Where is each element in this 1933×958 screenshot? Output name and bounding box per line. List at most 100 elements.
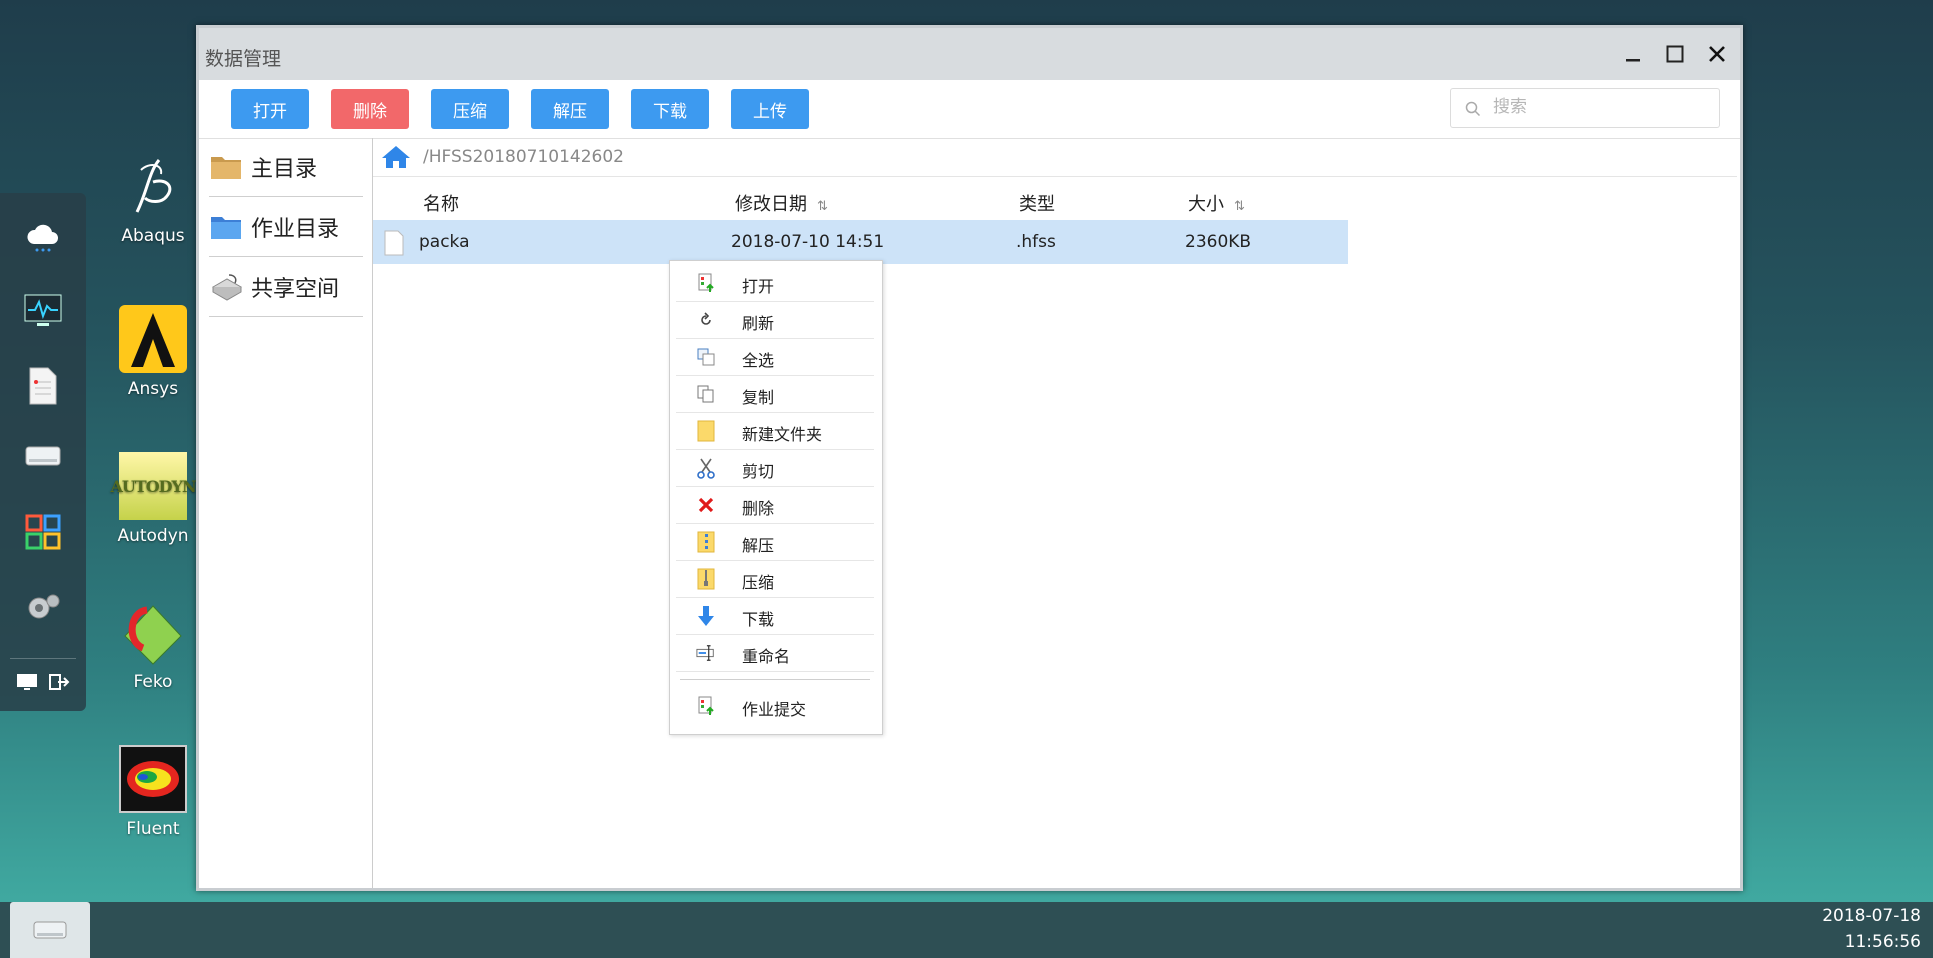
menu-item-label: 重命名 [742,647,791,666]
search-input[interactable] [1491,96,1705,118]
desktop-icon-label: Abaqus [121,226,185,246]
window-titlebar[interactable]: 数据管理 [199,28,1740,80]
feko-logo-icon [119,598,187,666]
drive-icon [33,921,67,939]
column-header-label: 名称 [423,194,459,215]
extract-icon [696,531,716,553]
ansys-logo-icon [119,305,187,373]
close-icon [1709,46,1725,62]
logout-icon[interactable] [44,665,74,699]
menu-item-delete[interactable]: 删除 [676,487,874,524]
sidebar-item-label: 作业目录 [251,217,340,242]
desktop-icon-feko[interactable]: Feko [115,598,191,692]
desktop-icon-fluent[interactable]: Fluent [115,745,191,839]
menu-item-download[interactable]: 下载 [676,598,874,635]
menu-item-label: 压缩 [742,573,775,592]
abaqus-logo-icon [119,152,187,220]
compress-icon [696,568,716,590]
menu-item-label: 新建文件夹 [742,425,823,444]
context-menu: 打开 刷新 全选 复制 新建文件夹 剪切 删除 解压 压缩 下载 重命名 作业提… [669,260,883,735]
menu-item-label: 下载 [742,610,775,629]
cut-icon [696,458,716,479]
menu-item-new-folder[interactable]: 新建文件夹 [676,413,874,450]
open-icon [696,273,716,293]
sidebar-item-shared[interactable]: 共享空间 [209,258,363,317]
column-header-type[interactable]: 类型 [1019,190,1055,216]
delete-button[interactable]: 删除 [331,89,409,129]
taskbar-date: 2018-07-18 [1822,906,1921,926]
drive-icon[interactable] [18,431,68,481]
sidebar-item-home[interactable]: 主目录 [209,138,363,197]
maximize-icon [1666,45,1684,63]
close-button[interactable] [1700,38,1734,70]
toolbar: 打开 删除 压缩 解压 下载 上传 [199,80,1740,139]
sidebar: 主目录 作业目录 共享空间 [199,138,373,888]
monitor-icon[interactable] [18,285,68,335]
menu-item-rename[interactable]: 重命名 [676,635,874,672]
refresh-icon [696,310,716,330]
file-icon [384,230,404,256]
fluent-logo-icon [119,745,187,813]
column-header-name[interactable]: 名称 [423,190,459,216]
column-header-label: 修改日期 [735,194,807,215]
desktop-icon-label: Fluent [126,819,180,839]
dock-divider [10,658,76,659]
file-name: packa [419,232,470,252]
download-icon [696,606,716,626]
desktop-icon-ansys[interactable]: Ansys [115,305,191,399]
settings-icon[interactable] [18,583,68,633]
sidebar-item-jobs[interactable]: 作业目录 [209,198,363,257]
home-icon[interactable] [381,144,411,170]
file-modified: 2018-07-10 14:51 [731,232,885,252]
document-icon[interactable] [18,361,68,411]
menu-item-label: 全选 [742,351,775,370]
rename-icon [696,643,716,663]
delete-icon [696,495,716,515]
menu-item-cut[interactable]: 剪切 [676,450,874,487]
menu-item-refresh[interactable]: 刷新 [676,302,874,339]
column-header-size[interactable]: 大小 ⇅ [1188,190,1245,216]
folder-icon [211,157,241,179]
cloud-apps-icon[interactable] [18,213,68,263]
copy-icon [696,384,716,404]
current-path: /HFSS20180710142602 [423,147,624,167]
select-all-icon [696,347,716,367]
compress-button[interactable]: 压缩 [431,89,509,129]
menu-item-extract[interactable]: 解压 [676,524,874,561]
menu-item-submit-job[interactable]: 作业提交 [676,688,874,724]
taskbar-app-data-manager[interactable] [10,902,90,958]
table-row[interactable]: packa 2018-07-10 14:51 .hfss 2360KB [373,220,1348,264]
menu-divider [680,679,870,680]
screen-icon[interactable] [12,665,42,699]
taskbar-time: 11:56:56 [1844,932,1921,952]
desktop-icon-autodyn[interactable]: AUTODYN Autodyn [110,452,197,546]
desktop-icon-abaqus[interactable]: Abaqus [115,152,191,246]
data-manager-window: 数据管理 打开 删除 压缩 解压 下载 上传 主目录 作业目录 [196,25,1743,891]
download-button[interactable]: 下载 [631,89,709,129]
side-dock [0,193,86,711]
upload-button[interactable]: 上传 [731,89,809,129]
submit-job-icon [696,696,716,716]
menu-item-copy[interactable]: 复制 [676,376,874,413]
file-type: .hfss [1016,232,1056,252]
menu-item-compress[interactable]: 压缩 [676,561,874,598]
extract-button[interactable]: 解压 [531,89,609,129]
menu-item-label: 复制 [742,388,775,407]
menu-item-open[interactable]: 打开 [676,265,874,302]
sort-icon[interactable]: ⇅ [1234,199,1245,214]
apps-grid-icon[interactable] [18,507,68,557]
sidebar-item-label: 共享空间 [251,277,340,302]
file-list-panel: /HFSS20180710142602 名称 修改日期 ⇅ 类型 大小 ⇅ pack… [373,138,1737,888]
minimize-button[interactable] [1616,38,1650,70]
open-button[interactable]: 打开 [231,89,309,129]
maximize-button[interactable] [1658,38,1692,70]
desktop-icon-label: Feko [133,672,173,692]
search-box [1450,88,1720,128]
autodyn-logo-icon: AUTODYN [110,452,197,520]
sort-icon[interactable]: ⇅ [817,199,828,214]
column-header-modified[interactable]: 修改日期 ⇅ [735,190,828,216]
desktop-icon-label: Autodyn [117,526,189,546]
menu-item-label: 刷新 [742,314,775,333]
menu-item-label: 解压 [742,536,775,555]
menu-item-select-all[interactable]: 全选 [676,339,874,376]
